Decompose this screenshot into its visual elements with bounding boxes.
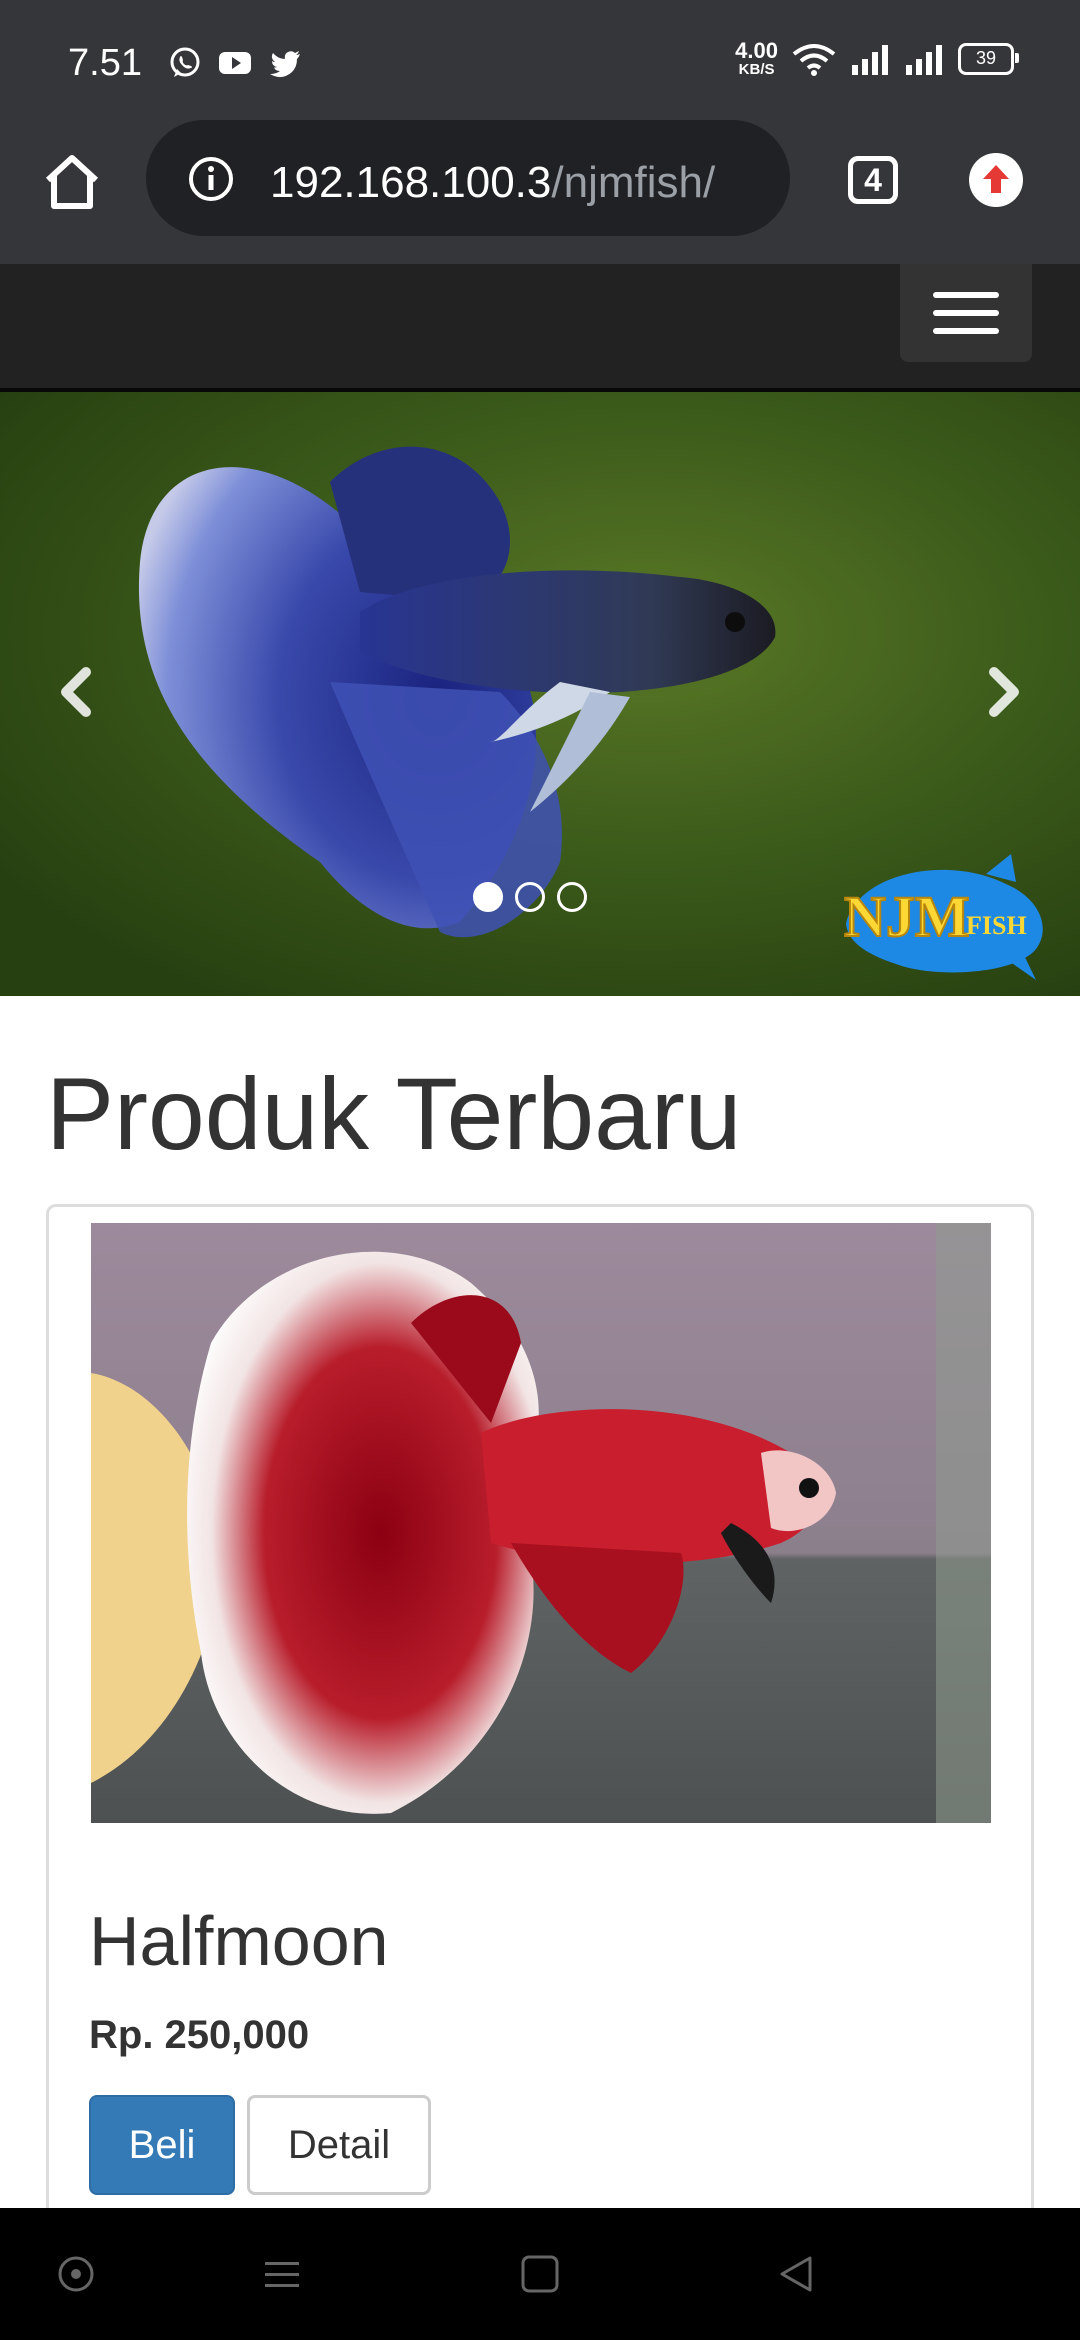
url-host: 192.168.100.3 <box>270 158 552 207</box>
hamburger-bar <box>933 328 999 334</box>
wifi-icon <box>792 43 836 76</box>
njm-fish-logo: NJM FISH <box>843 854 1043 980</box>
product-price: Rp. 250,000 <box>89 2013 310 2057</box>
logo-text: NJM <box>844 884 970 949</box>
detail-button[interactable]: Detail <box>247 2095 431 2195</box>
system-navigation-bar <box>0 2208 1080 2340</box>
logo-subtext: FISH <box>966 911 1027 940</box>
url-path: /njmfish/ <box>551 158 716 207</box>
menu-toggle-button[interactable] <box>900 264 1032 362</box>
whatsapp-icon <box>170 47 200 77</box>
battery-icon: 39 <box>958 42 1019 75</box>
notification-icons <box>168 46 302 80</box>
url-text: 192.168.100.3/njmfish/ <box>270 158 715 208</box>
page-heading: Produk Terbaru <box>46 1057 742 1171</box>
back-nav-icon[interactable] <box>776 2254 816 2294</box>
tab-switcher-button[interactable]: 4 <box>848 156 898 204</box>
product-card: Halfmoon Rp. 250,000 Beli Detail <box>46 1204 1034 2264</box>
carousel-indicator-1[interactable] <box>473 882 503 912</box>
carousel-prev-icon[interactable] <box>48 662 108 722</box>
hamburger-bar <box>933 310 999 316</box>
recent-apps-icon[interactable] <box>262 2254 302 2294</box>
status-time: 7.51 <box>68 42 142 84</box>
network-speed: 4.00 KB/S <box>735 38 778 78</box>
signal-icon <box>852 44 888 75</box>
youtube-icon <box>219 52 251 74</box>
home-icon[interactable] <box>40 150 104 214</box>
signal-icon-2 <box>906 44 942 75</box>
twitter-icon <box>270 51 300 78</box>
buy-button[interactable]: Beli <box>89 2095 235 2195</box>
info-icon[interactable] <box>188 156 234 202</box>
assistant-icon[interactable] <box>56 2254 96 2294</box>
browser-toolbar: 192.168.100.3/njmfish/ 4 <box>0 118 1080 264</box>
image-carousel[interactable]: NJM FISH <box>0 392 1080 996</box>
status-bar: 7.51 4.00 KB/S 39 <box>0 0 1080 118</box>
tab-count: 4 <box>864 161 882 198</box>
update-icon[interactable] <box>968 152 1024 208</box>
home-nav-icon[interactable] <box>520 2254 560 2294</box>
product-image[interactable] <box>91 1223 991 1823</box>
site-navbar <box>0 264 1080 392</box>
hamburger-bar <box>933 292 999 298</box>
product-name: Halfmoon <box>89 1902 389 1980</box>
carousel-indicator-3[interactable] <box>557 882 587 912</box>
carousel-indicators <box>473 882 587 912</box>
address-bar[interactable]: 192.168.100.3/njmfish/ <box>146 120 790 236</box>
battery-level: 39 <box>975 48 997 68</box>
carousel-next-icon[interactable] <box>972 662 1032 722</box>
status-indicators: 4.00 KB/S 39 <box>735 38 1019 78</box>
carousel-indicator-2[interactable] <box>515 882 545 912</box>
